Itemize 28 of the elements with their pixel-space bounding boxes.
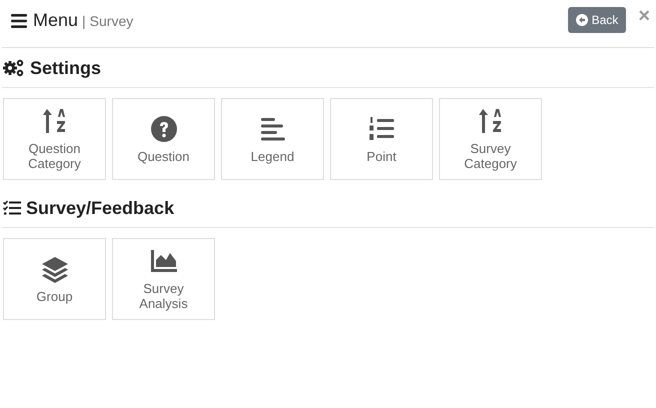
menu-tile[interactable]: Question	[112, 98, 215, 180]
tile-label: Question Category	[27, 141, 82, 171]
back-button[interactable]: Back	[568, 7, 626, 33]
menu-tile[interactable]: Group	[3, 238, 106, 320]
area-chart-icon	[150, 247, 178, 275]
layers-icon	[40, 254, 68, 282]
section-title: Settings	[30, 58, 102, 78]
menu-tile[interactable]: Question Category	[3, 98, 106, 180]
tile-label: Group	[35, 288, 74, 304]
menu-tile[interactable]: Legend	[221, 98, 324, 180]
menu-label[interactable]: Menu	[33, 10, 78, 31]
tile-label: Legend	[250, 148, 296, 164]
menu-tile[interactable]: Point	[330, 98, 433, 180]
help-icon	[150, 114, 178, 142]
page-title: Survey	[90, 12, 134, 28]
tile-label: Survey Category	[463, 141, 518, 171]
section-title: Survey/Feedback	[26, 198, 174, 218]
menu-icon[interactable]	[11, 14, 27, 28]
menu-tile[interactable]: Survey Analysis	[112, 238, 215, 320]
numbered-list-icon	[368, 114, 396, 142]
menu-tile[interactable]: Survey Category	[439, 98, 542, 180]
checklist-icon	[3, 200, 21, 216]
tile-label: Question	[136, 148, 191, 164]
back-icon	[576, 14, 588, 26]
gears-icon	[3, 59, 25, 77]
tile-label: Survey Analysis	[138, 281, 189, 311]
tile-label: Point	[366, 148, 398, 164]
separator: |	[82, 12, 86, 28]
